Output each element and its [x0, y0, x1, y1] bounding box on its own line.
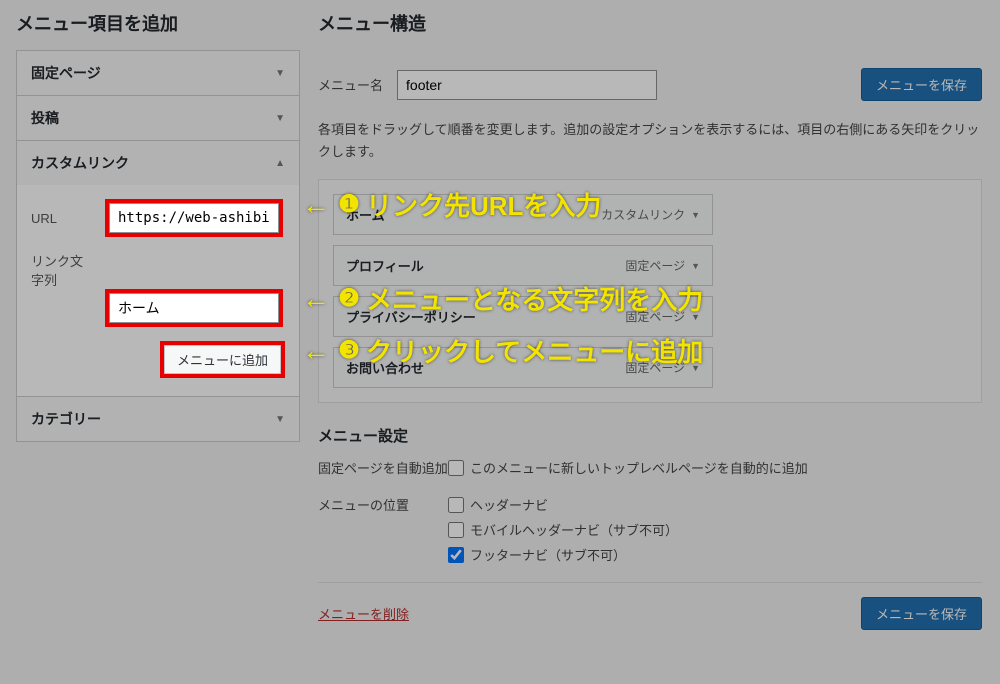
url-label: URL	[31, 211, 95, 226]
menu-item-type: 固定ページ▼	[625, 257, 700, 274]
position-label: メニューの位置	[318, 495, 448, 514]
custom-link-panel: URL リンク文字列 メニューに追加	[17, 185, 299, 396]
menu-item-label: プライバシーポリシー	[346, 307, 476, 326]
menu-item[interactable]: プライバシーポリシー 固定ページ▼	[333, 296, 713, 337]
menu-name-input[interactable]	[397, 70, 657, 100]
acc-custom-link[interactable]: カスタムリンク ▲	[17, 141, 299, 185]
pos-footer-checkbox[interactable]	[448, 547, 464, 563]
acc-categories-label: カテゴリー	[31, 409, 101, 429]
menu-item-label: お問い合わせ	[346, 358, 424, 377]
highlight-text	[105, 289, 283, 327]
menu-item-type: カスタムリンク▼	[601, 206, 700, 223]
menu-item[interactable]: プロフィール 固定ページ▼	[333, 245, 713, 286]
auto-add-desc: このメニューに新しいトップレベルページを自動的に追加	[470, 458, 808, 477]
auto-add-label: 固定ページを自動追加	[318, 458, 448, 477]
acc-categories[interactable]: カテゴリー ▼	[17, 397, 299, 441]
triangle-down-icon: ▼	[275, 68, 285, 79]
menu-name-label: メニュー名	[318, 75, 383, 94]
left-title: メニュー項目を追加	[16, 10, 300, 36]
menu-item-type: 固定ページ▼	[625, 308, 700, 325]
menu-item[interactable]: ホーム カスタムリンク▼	[333, 194, 713, 235]
highlight-url	[105, 199, 283, 237]
custom-url-input[interactable]	[109, 203, 279, 233]
acc-custom-label: カスタムリンク	[31, 153, 129, 173]
pos-footer[interactable]: フッターナビ（サブ不可）	[448, 545, 678, 564]
acc-pages-label: 固定ページ	[31, 63, 101, 83]
auto-add-row: 固定ページを自動追加 このメニューに新しいトップレベルページを自動的に追加	[318, 458, 982, 483]
menu-item-label: ホーム	[346, 205, 385, 224]
auto-add-checkbox-label[interactable]: このメニューに新しいトップレベルページを自動的に追加	[448, 458, 808, 477]
triangle-down-icon: ▼	[691, 210, 700, 220]
triangle-down-icon: ▼	[691, 261, 700, 271]
acc-pages[interactable]: 固定ページ ▼	[17, 51, 299, 95]
delete-menu-link[interactable]: メニューを削除	[318, 604, 409, 623]
triangle-down-icon: ▼	[275, 113, 285, 124]
link-text-label: リンク文字列	[31, 251, 95, 289]
auto-add-checkbox[interactable]	[448, 460, 464, 476]
triangle-down-icon: ▼	[691, 312, 700, 322]
menu-item[interactable]: お問い合わせ 固定ページ▼	[333, 347, 713, 388]
triangle-up-icon: ▲	[275, 158, 285, 169]
menu-items-area: ホーム カスタムリンク▼ プロフィール 固定ページ▼ プライバシーポリシー 固定…	[318, 179, 982, 403]
pos-header-checkbox[interactable]	[448, 497, 464, 513]
triangle-down-icon: ▼	[691, 363, 700, 373]
acc-posts[interactable]: 投稿 ▼	[17, 96, 299, 140]
menu-item-label: プロフィール	[346, 256, 424, 275]
triangle-down-icon: ▼	[275, 414, 285, 425]
right-title: メニュー構造	[318, 10, 982, 36]
save-menu-button-bottom[interactable]: メニューを保存	[861, 597, 982, 630]
drag-hint: 各項目をドラッグして順番を変更します。追加の設定オプションを表示するには、項目の…	[318, 119, 982, 163]
add-menu-accordion: 固定ページ ▼ 投稿 ▼ カスタムリンク ▲ URL	[16, 50, 300, 442]
save-menu-button-top[interactable]: メニューを保存	[861, 68, 982, 101]
menu-footer: メニューを削除 メニューを保存	[318, 582, 982, 630]
add-to-menu-button[interactable]: メニューに追加	[164, 345, 281, 374]
menu-name-row: メニュー名 メニューを保存	[318, 50, 982, 119]
pos-mobile[interactable]: モバイルヘッダーナビ（サブ不可）	[448, 520, 678, 539]
pos-header[interactable]: ヘッダーナビ	[448, 495, 678, 514]
highlight-add-btn: メニューに追加	[160, 341, 285, 378]
menu-settings-title: メニュー設定	[318, 425, 982, 446]
position-row: メニューの位置 ヘッダーナビ モバイルヘッダーナビ（サブ不可） フッターナビ（サ…	[318, 495, 982, 570]
custom-text-input[interactable]	[109, 293, 279, 323]
pos-mobile-checkbox[interactable]	[448, 522, 464, 538]
acc-posts-label: 投稿	[31, 108, 59, 128]
menu-item-type: 固定ページ▼	[625, 359, 700, 376]
